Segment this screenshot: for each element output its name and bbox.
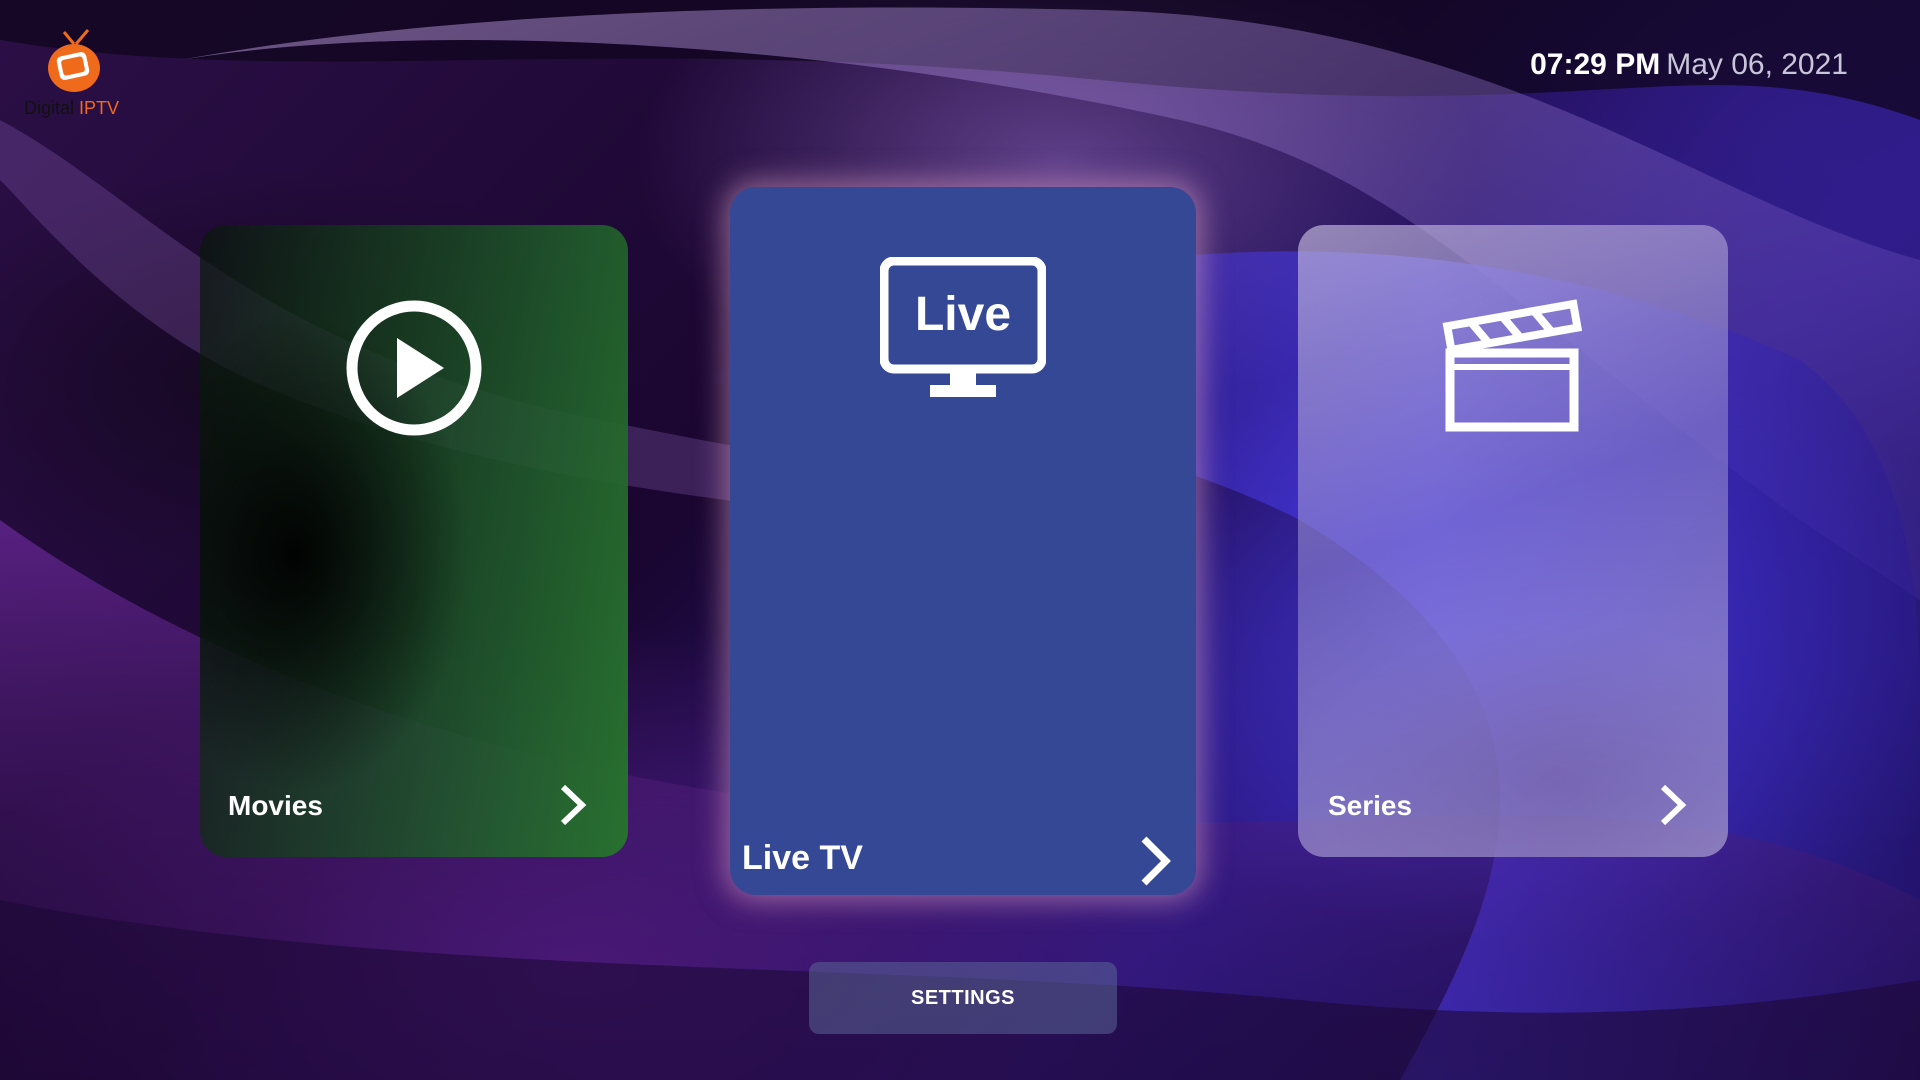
clock-time: 07:29 PM — [1530, 48, 1661, 81]
live-icon-text: Live — [915, 288, 1011, 341]
clock-date: May 06, 2021 — [1666, 48, 1848, 81]
settings-button[interactable]: SETTINGS — [809, 962, 1117, 1034]
app-logo: Digital IPTV — [22, 26, 142, 122]
movies-label: Movies — [228, 790, 323, 821]
series-label: Series — [1328, 790, 1413, 821]
home-screen: Digital IPTV 07:29 PM May 06, 2021 Movies… — [0, 0, 1920, 1080]
live-tv-label: Live TV — [742, 839, 863, 877]
chevron-right-icon — [1660, 784, 1687, 826]
chevron-right-icon — [560, 784, 587, 826]
live-tv-icon: Live — [880, 257, 1046, 397]
chevron-right-icon — [1141, 836, 1171, 886]
clock: 07:29 PM May 06, 2021 — [1530, 48, 1848, 82]
tv-icon — [48, 29, 100, 92]
clapperboard-icon — [1442, 299, 1582, 432]
logo-text-primary: Digital — [24, 98, 75, 118]
live-tv-card[interactable]: Live Live TV — [730, 187, 1196, 895]
series-card[interactable]: Series — [1298, 225, 1728, 857]
play-circle-icon — [346, 300, 482, 436]
logo-text-accent: IPTV — [79, 98, 120, 118]
movies-card[interactable]: Movies — [200, 225, 628, 857]
logo-text: Digital IPTV — [24, 98, 119, 119]
